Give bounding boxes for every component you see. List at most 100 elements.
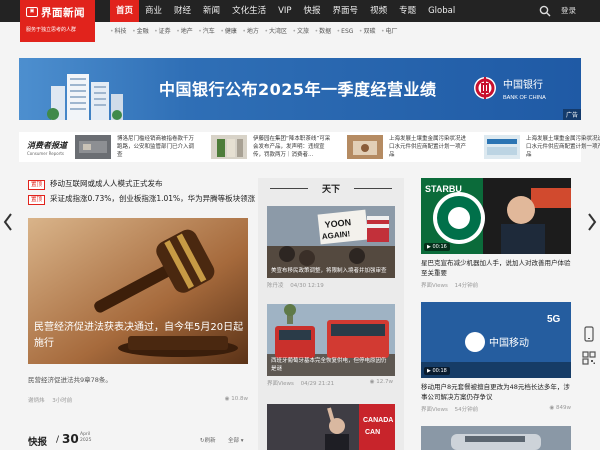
news-card-meta: 陈丹凌 04/30 12:19	[267, 281, 395, 293]
divider	[354, 188, 392, 189]
news-card-title: 西班牙葡萄牙基本完全恢复供电，但停电原因仍是谜	[271, 358, 387, 372]
video-duration: ▶ 00:18	[424, 367, 450, 375]
lead-story-summary: 民营经济促进法共9章78条。	[28, 376, 112, 384]
login-link[interactable]: 登录	[561, 0, 576, 22]
nav-item-news[interactable]: 新闻	[197, 0, 226, 22]
site-logo[interactable]: ▣ 界面新闻 服务于独立思考的人群	[20, 0, 95, 42]
timestamp: 3小时前	[52, 398, 73, 404]
video-card[interactable]	[421, 426, 571, 450]
svg-text:CANADA: CANADA	[363, 417, 393, 424]
headline-text: 移动互联网或成人人模式正式发布	[50, 179, 163, 188]
politics-photo: CANADA CAN	[267, 404, 395, 450]
nav-item-home[interactable]: 首页	[110, 0, 140, 22]
subnav-item-tech[interactable]: •科技	[110, 27, 127, 37]
video-card[interactable]: STARBU ▶ 00:16 星巴克宣布减少机器加人手，说加人对改善用户体验至关…	[421, 178, 571, 291]
news-card-title: 美宣布移民政策调整，将限制入境者并加强审查	[271, 268, 387, 274]
subnav-item-local[interactable]: •地方	[242, 27, 259, 37]
video-card-meta: 界面Views 54分钟前 ◉ 849w	[421, 405, 571, 415]
mobile-icon[interactable]	[581, 326, 597, 342]
nav-item-vip[interactable]: VIP	[272, 0, 297, 22]
subnav-item-data[interactable]: •数据	[315, 27, 332, 37]
subnav-item-dual-carbon[interactable]: •双碳	[359, 27, 376, 37]
news-card[interactable]: YOON AGAIN! 美宣布移民政策调整，将限制入境者并加强审查 陈丹凌 04…	[267, 206, 395, 293]
nav-item-global[interactable]: Global	[422, 0, 461, 22]
author[interactable]: 陈丹凌	[267, 283, 284, 289]
all-filter-dropdown[interactable]: 全部 ▾	[228, 436, 244, 444]
svg-text:STARBU: STARBU	[425, 184, 462, 194]
view-count: ◉ 10.8w	[224, 396, 248, 402]
consumer-reports-logo[interactable]: 消费者报道 Consumer Reports	[27, 140, 67, 156]
carousel-prev-arrow[interactable]	[3, 212, 13, 232]
video-thumbnail	[421, 426, 571, 450]
subnav-item-culture-tourism[interactable]: •文旅	[293, 27, 310, 37]
search-icon[interactable]	[539, 5, 551, 17]
flash-day: 30	[62, 432, 79, 446]
ad-label: 广告	[562, 109, 581, 120]
view-count: ◉ 849w	[549, 405, 571, 411]
subnav-item-greater-bay[interactable]: •大湾区	[264, 27, 287, 37]
news-card-image: YOON AGAIN! 美宣布移民政策调整，将限制入境者并加强审查	[267, 206, 395, 278]
carousel-next-arrow[interactable]	[587, 212, 597, 232]
sub-nav: •科技 •金融 •证券 •地产 •汽车 •健康 •地方 •大湾区 •文旅 •数据…	[110, 27, 403, 37]
logo-title: 界面新闻	[41, 7, 85, 19]
pinned-tag: 置顶	[28, 195, 46, 205]
nav-item-finance[interactable]: 财经	[168, 0, 197, 22]
video-thumbnail: 中国移动 5G ▶ 00:18	[421, 302, 571, 378]
subnav-item-esg[interactable]: •ESG	[337, 27, 354, 37]
news-card[interactable]: CANADA CAN	[267, 404, 395, 450]
nav-item-culture[interactable]: 文化生活	[226, 0, 272, 22]
news-card-image: CANADA CAN	[267, 404, 395, 450]
promo-strip: 消费者报道 Consumer Reports 博洛尼门槛经销商被指卷款千万跑路，…	[19, 132, 600, 162]
strip-item-text: 上海发展土壤重金属污染状况进口水元件供应商配置计划一项产品	[526, 136, 600, 158]
logo-slogan: 服务于独立思考的人群	[26, 27, 77, 33]
author[interactable]: 谢炳炜	[28, 398, 45, 404]
svg-text:中国移动: 中国移动	[489, 336, 529, 349]
strip-item-text: 上海发展土壤重金属污染状况进口水元件供应商配置计划一项产品	[389, 136, 467, 158]
timestamp: 04/29 21:21	[300, 381, 335, 387]
nav-item-jiemian-account[interactable]: 界面号	[327, 0, 365, 22]
nav-item-business[interactable]: 商业	[139, 0, 168, 22]
strip-thumbnail	[211, 135, 247, 159]
author[interactable]: 界面Views	[421, 407, 448, 413]
subnav-item-power-plant[interactable]: •电厂	[381, 27, 398, 37]
timestamp: 14分钟前	[454, 283, 479, 289]
author[interactable]: 界面Views	[421, 283, 448, 289]
nav-item-video[interactable]: 视频	[364, 0, 393, 22]
subnav-item-realestate[interactable]: •地产	[176, 27, 193, 37]
video-card-meta: 界面Views 14分钟前	[421, 281, 571, 291]
video-card[interactable]: 中国移动 5G ▶ 00:18 移动用户8元套餐被擅自更改为48元档长达多年，涉…	[421, 302, 571, 415]
author[interactable]: 界面Views	[267, 381, 294, 387]
flash-separator: /	[56, 435, 60, 445]
video-thumbnail: STARBU ▶ 00:16	[421, 178, 571, 254]
timestamp: 04/30 12:19	[290, 283, 324, 289]
nav-item-topics[interactable]: 专题	[393, 0, 422, 22]
news-card-meta: 界面Views 04/29 21:21 ◉ 12.7w	[267, 379, 395, 391]
flash-title[interactable]: 快报	[28, 434, 47, 448]
strip-item-text: 博洛尼门槛经销商被指卷款千万跑路，公安和监管部门已介入调查	[117, 136, 195, 158]
subnav-item-banking[interactable]: •金融	[132, 27, 149, 37]
flash-month-year: April 2025	[80, 432, 92, 443]
flash-news-header: 快报 / 30 April 2025 ↻刷新 全部 ▾	[28, 430, 248, 450]
subnav-item-health[interactable]: •健康	[220, 27, 237, 37]
qr-code-icon[interactable]	[581, 350, 597, 366]
video-card-title[interactable]: 星巴克宣布减少机器加人手，说加人对改善用户体验至关重要	[421, 258, 571, 278]
lead-story-title[interactable]: 民营经济促进法获表决通过，自今年5月20日起施行	[34, 320, 246, 352]
banner-ad[interactable]: 中国银行公布2025年一季度经营业绩 中国银行 BANK OF CHINA 广告	[19, 58, 581, 120]
news-card[interactable]: 西班牙葡萄牙基本完全恢复供电，但停电原因仍是谜 界面Views 04/29 21…	[267, 304, 395, 391]
strip-thumbnail	[484, 135, 520, 159]
subnav-item-securities[interactable]: •证券	[154, 27, 171, 37]
view-count: ◉ 12.7w	[369, 379, 393, 385]
pinned-headline[interactable]: 置顶 采证成指涨0.73%，创业板指涨1.01%，华为异腾等板块领涨	[28, 193, 255, 205]
nav-item-flash[interactable]: 快报	[298, 0, 327, 22]
world-section: 天下 YOON AGAIN! 美宣布移民政策调整，将限制入境者并加强审查 陈丹凌…	[258, 178, 404, 450]
refresh-button[interactable]: ↻刷新	[200, 436, 216, 444]
pinned-headline[interactable]: 置顶 移动互联网或成人人模式正式发布	[28, 178, 163, 190]
lead-story-meta: 谢炳炜 3小时前 ◉ 10.8w	[28, 396, 248, 404]
subnav-item-auto[interactable]: •汽车	[198, 27, 215, 37]
video-card-title[interactable]: 移动用户8元套餐被擅自更改为48元档长达多年，涉事公司解决方案仍存争议	[421, 382, 571, 402]
strip-thumbnail	[347, 135, 383, 159]
building-illustration	[47, 74, 123, 120]
strip-item-text: 伊藤园在集团“降本职茶线”可采会发布产品，发声明：违规宣传，罚款两万｜消费者..…	[253, 136, 331, 158]
strip-thumbnail	[75, 135, 111, 159]
svg-text:BANK OF CHINA: BANK OF CHINA	[503, 95, 546, 101]
